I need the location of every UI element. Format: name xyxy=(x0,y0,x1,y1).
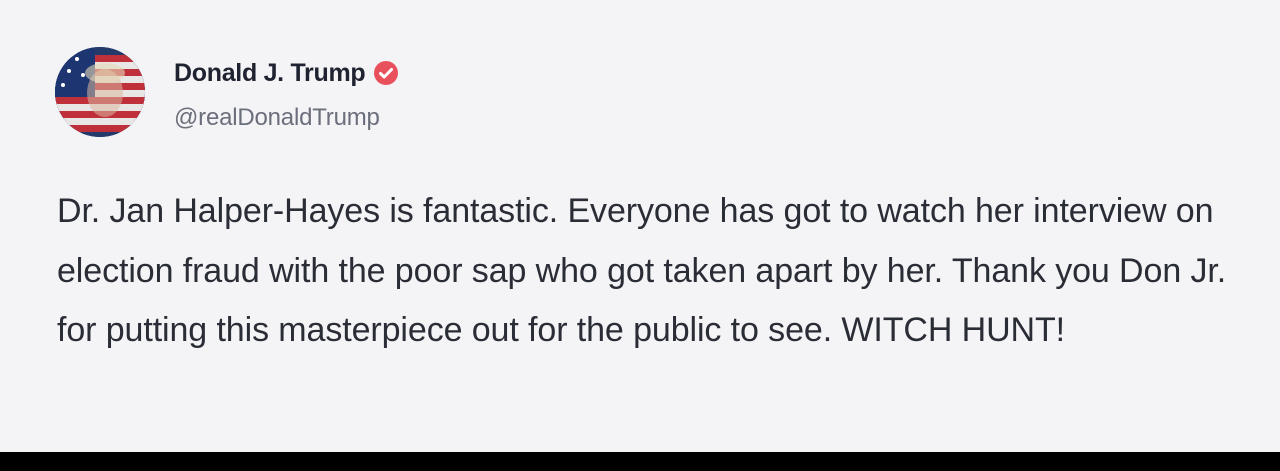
verified-badge-icon xyxy=(373,60,399,86)
avatar-image xyxy=(55,47,145,137)
bottom-bar xyxy=(0,452,1280,471)
post-text: Dr. Jan Halper-Hayes is fantastic. Every… xyxy=(57,192,1227,349)
display-name[interactable]: Donald J. Trump xyxy=(174,59,366,88)
post-card: Donald J. Trump @realDonaldTrump Dr. Jan… xyxy=(0,0,1280,452)
avatar[interactable] xyxy=(55,47,145,137)
author-handle[interactable]: @realDonaldTrump xyxy=(174,104,380,132)
author-name-row: Donald J. Trump xyxy=(174,58,399,88)
